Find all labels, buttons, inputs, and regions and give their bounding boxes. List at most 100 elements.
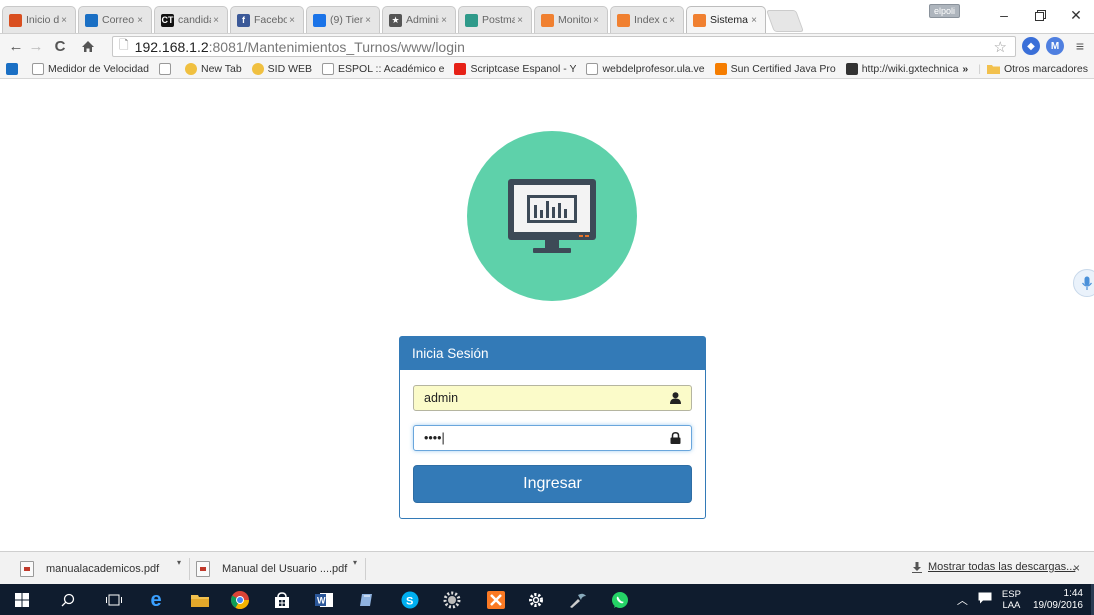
- edge-icon[interactable]: e: [144, 588, 168, 612]
- browser-tab[interactable]: CT candidat×: [154, 6, 228, 33]
- tab-title: (9) Tiend: [330, 14, 363, 26]
- close-shelf-button[interactable]: ×: [1073, 561, 1080, 575]
- notes-icon[interactable]: [354, 588, 378, 612]
- maximize-button[interactable]: [1022, 0, 1058, 30]
- tab-close-icon[interactable]: ×: [59, 15, 69, 26]
- bookmark-item[interactable]: Sun Certified Java Pro: [714, 62, 836, 75]
- sidweb-icon: [251, 62, 264, 75]
- browser-tab[interactable]: (9) Tiend×: [306, 6, 380, 33]
- download-item[interactable]: Manual del Usuario ....pdf: [196, 558, 347, 580]
- tab-close-icon[interactable]: ×: [287, 15, 297, 26]
- address-bar[interactable]: 🗋 192.168.1.2:8081/Mantenimientos_Turnos…: [112, 36, 1016, 57]
- system-tray: ︿ ESP LAA 1:44 19/09/2016: [957, 584, 1094, 615]
- browser-tab[interactable]: Inicio de×: [2, 6, 76, 33]
- login-submit-button[interactable]: Ingresar: [413, 465, 692, 503]
- browser-tab[interactable]: f Faceboo×: [230, 6, 304, 33]
- bookmark-item[interactable]: Scriptcase Espanol - Y: [454, 62, 576, 75]
- browser-tab[interactable]: Sistema ×: [686, 6, 766, 33]
- tab-title: Postman: [482, 14, 515, 26]
- dropbox-icon: [6, 62, 18, 75]
- menu-button[interactable]: ≡: [1070, 36, 1090, 56]
- browser-tab[interactable]: Monitor ×: [534, 6, 608, 33]
- download-item[interactable]: manualacademicos.pdf: [20, 558, 159, 580]
- browser-toolbar: ← → C 🗋 192.168.1.2:8081/Mantenimientos_…: [0, 33, 1094, 59]
- download-shelf: manualacademicos.pdf ▾ Manual del Usuari…: [0, 551, 1094, 584]
- bookmark-item[interactable]: webdelprofesor.ula.ve: [586, 62, 705, 75]
- tab-close-icon[interactable]: ×: [211, 15, 221, 26]
- download-menu-caret[interactable]: ▾: [353, 558, 357, 567]
- back-button[interactable]: ←: [6, 36, 26, 56]
- facebook-icon: f: [237, 13, 250, 27]
- skype-icon[interactable]: S: [398, 588, 422, 612]
- other-bookmarks-folder[interactable]: Otros marcadores: [986, 63, 1088, 75]
- download-menu-caret[interactable]: ▾: [177, 558, 181, 567]
- forward-button[interactable]: →: [26, 36, 46, 56]
- chevron-up-icon[interactable]: ︿: [957, 592, 968, 608]
- tab-close-icon[interactable]: ×: [363, 15, 373, 26]
- clock[interactable]: 1:44 19/09/2016: [1033, 588, 1083, 612]
- new-tab-button[interactable]: [765, 10, 805, 32]
- store-icon[interactable]: [270, 588, 294, 612]
- home-button[interactable]: [78, 36, 98, 56]
- gear-icon[interactable]: [524, 588, 548, 612]
- profile-badge[interactable]: elpoli: [929, 4, 961, 18]
- password-field[interactable]: ••••|: [413, 425, 692, 451]
- xampp-icon[interactable]: [484, 588, 508, 612]
- divider: |: [978, 63, 981, 75]
- browser-tab[interactable]: Correo: ×: [78, 6, 152, 33]
- tools-icon[interactable]: [566, 588, 590, 612]
- extension-m-icon[interactable]: M: [1046, 37, 1064, 55]
- reload-button[interactable]: C: [50, 36, 70, 56]
- download-filename: Manual del Usuario ....pdf: [222, 563, 348, 575]
- word-icon[interactable]: W: [312, 588, 336, 612]
- whatsapp-icon[interactable]: [608, 588, 632, 612]
- search-icon[interactable]: [56, 588, 80, 612]
- extension-shield-icon[interactable]: ◆: [1022, 37, 1040, 55]
- star-favicon-icon: ★: [389, 13, 402, 27]
- notification-icon[interactable]: [978, 592, 992, 607]
- bookmarks-overflow-button[interactable]: »: [962, 63, 968, 75]
- minimize-button[interactable]: –: [986, 0, 1022, 30]
- show-all-downloads[interactable]: Mostrar todas las descargas...: [912, 561, 1075, 573]
- divider: [189, 558, 190, 580]
- voice-search-button[interactable]: [1073, 269, 1094, 297]
- browser-tab[interactable]: ★ Administ×: [382, 6, 456, 33]
- other-bookmarks-label: Otros marcadores: [1003, 63, 1088, 75]
- tab-title: candidat: [178, 14, 211, 26]
- download-filename: manualacademicos.pdf: [46, 563, 160, 575]
- browser-tab[interactable]: Index of×: [610, 6, 684, 33]
- windows-start-icon[interactable]: [10, 588, 34, 612]
- microphone-icon: [1082, 276, 1092, 290]
- bookmark-star-icon[interactable]: ☆: [994, 38, 1007, 56]
- close-window-button[interactable]: ✕: [1058, 0, 1094, 30]
- tab-title: Sistema: [710, 14, 748, 26]
- lock-icon: [669, 432, 681, 444]
- bookmark-item[interactable]: http://wiki.gxtechnica: [845, 62, 959, 75]
- bookmark-item[interactable]: New Tab: [185, 62, 242, 75]
- bookmark-item[interactable]: [6, 62, 22, 75]
- tab-close-icon[interactable]: ×: [439, 15, 449, 26]
- tab-close-icon[interactable]: ×: [515, 15, 525, 26]
- browser-tab[interactable]: Postman×: [458, 6, 532, 33]
- tab-close-icon[interactable]: ×: [667, 15, 677, 26]
- bookmark-item[interactable]: [159, 62, 175, 75]
- tab-title: Faceboo: [254, 14, 287, 26]
- task-view-icon[interactable]: [102, 588, 126, 612]
- bookmark-item[interactable]: ESPOL :: Académico e: [322, 62, 444, 75]
- tabs: Inicio de×Correo:×CTcandidat×fFaceboo×(9…: [2, 6, 805, 33]
- file-explorer-icon[interactable]: [188, 588, 212, 612]
- blogger-icon: [714, 62, 727, 75]
- bookmark-item[interactable]: SID WEB: [251, 62, 312, 75]
- tab-close-icon[interactable]: ×: [135, 15, 145, 26]
- language-code: ESP: [1001, 588, 1021, 600]
- page-info-icon[interactable]: 🗋: [119, 36, 129, 57]
- bookmark-item[interactable]: Medidor de Velocidad: [32, 62, 149, 75]
- chrome-icon[interactable]: [228, 588, 252, 612]
- tab-close-icon[interactable]: ×: [591, 15, 601, 26]
- username-field[interactable]: admin: [413, 385, 692, 411]
- input-language[interactable]: ESP LAA: [1002, 589, 1021, 611]
- settings-app-icon[interactable]: [440, 588, 464, 612]
- tab-close-icon[interactable]: ×: [749, 15, 759, 26]
- keyboard-layout: LAA: [1002, 599, 1021, 611]
- show-all-downloads-link[interactable]: Mostrar todas las descargas...: [928, 561, 1075, 573]
